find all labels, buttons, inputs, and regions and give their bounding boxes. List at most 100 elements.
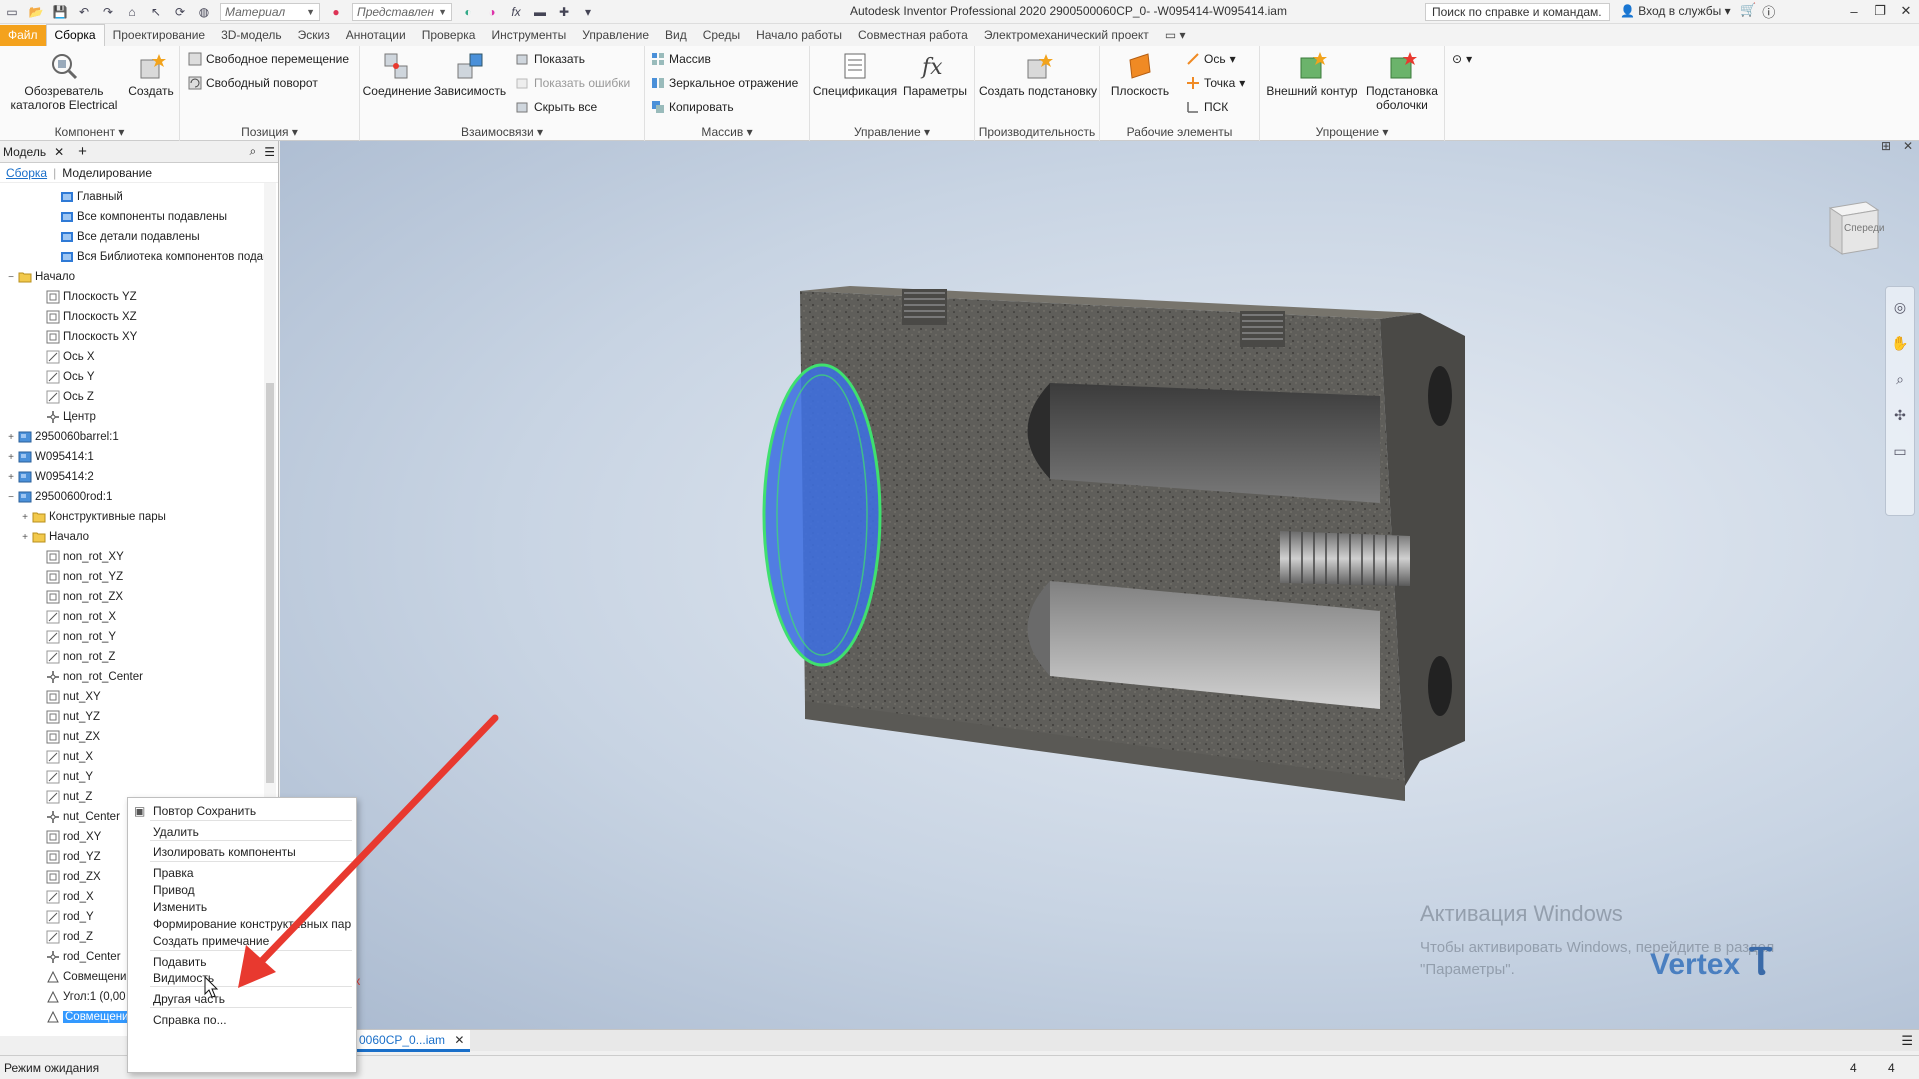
scrollbar-thumb[interactable] <box>266 383 274 783</box>
fx-icon[interactable]: fx <box>506 3 526 21</box>
tree-node[interactable]: Ось Y <box>0 367 95 387</box>
redo-icon[interactable]: ↷ <box>98 3 118 21</box>
tab-modeling[interactable]: Моделирование <box>62 166 152 180</box>
document-tab[interactable]: 0060CP_0...iam ✕ <box>353 1030 471 1052</box>
tree-node[interactable]: Главный <box>0 187 123 207</box>
tab-assemble[interactable]: Сборка <box>45 24 105 46</box>
context-menu-item[interactable]: Другая часть <box>128 989 356 1009</box>
context-menu-item[interactable]: ▣ Повтор Сохранить <box>128 801 356 821</box>
maximize-viewport-icon[interactable]: ⊞ <box>1881 141 1891 153</box>
tree-node[interactable]: + W095414:1 <box>0 447 94 467</box>
collapse-icon[interactable]: − <box>6 492 16 503</box>
tree-node[interactable]: +2950060barrel:1 <box>0 427 119 447</box>
appearance-combo[interactable]: Представлен ▼ <box>352 2 452 21</box>
tree-node[interactable]: rod_XY <box>0 827 101 847</box>
tree-node[interactable]: Все компоненты подавлены <box>0 207 227 227</box>
copy-button[interactable]: Копировать <box>651 100 734 114</box>
close-browser-icon[interactable]: ✕ <box>54 145 64 159</box>
minimize-icon[interactable]: – <box>1841 0 1867 22</box>
context-menu-item[interactable]: Удалить <box>128 822 356 842</box>
close-document-icon[interactable]: ✕ <box>454 1033 464 1047</box>
adjust-appearance-icon[interactable]: ◑ <box>482 3 502 21</box>
barrel-model[interactable] <box>762 286 1465 801</box>
expand-icon[interactable]: + <box>20 512 30 523</box>
tree-node[interactable]: + Начало <box>0 527 89 547</box>
home-icon[interactable]: ⌂ <box>122 3 142 21</box>
tree-node[interactable]: nut_Y <box>0 767 93 787</box>
undo-icon[interactable]: ↶ <box>74 3 94 21</box>
tree-node[interactable]: Все детали подавлены <box>0 227 200 247</box>
tab-annotate[interactable]: Аннотации <box>338 25 414 46</box>
shrinkwrap-substitute-button[interactable]: Подстановка оболочки <box>1362 50 1442 112</box>
tab-manage[interactable]: Управление <box>574 25 657 46</box>
close-icon[interactable]: ✕ <box>1893 0 1919 22</box>
tree-node[interactable]: + Конструктивные пары <box>0 507 166 527</box>
pattern-button[interactable]: Массив <box>651 52 711 66</box>
axis-button[interactable]: Ось ▾ <box>1186 52 1236 66</box>
viewcube[interactable]: Спереди <box>1822 196 1885 258</box>
ribbon-options-icon[interactable]: ▭ ▾ <box>1157 25 1194 46</box>
open-file-icon[interactable]: 📂 <box>26 3 46 21</box>
create-substitute-button[interactable]: Создать подстановку <box>979 50 1097 98</box>
new-file-icon[interactable]: ▭ <box>2 3 22 21</box>
tab-sketch[interactable]: Эскиз <box>290 25 338 46</box>
tab-view[interactable]: Вид <box>657 25 695 46</box>
tree-node[interactable]: − 29500600rod:1 <box>0 487 112 507</box>
tab-file[interactable]: Файл <box>0 25 46 46</box>
tree-node[interactable]: non_rot_Y <box>0 627 116 647</box>
expand-icon[interactable]: + <box>6 452 16 463</box>
tree-node[interactable]: Совмещение:1 <box>0 967 142 987</box>
tree-node[interactable]: nut_ZX <box>0 727 100 747</box>
catalog-browser-button[interactable]: Обозреватель каталогов Electrical <box>8 50 120 112</box>
expand-icon[interactable]: + <box>6 432 16 443</box>
tree-node[interactable]: nut_Z <box>0 787 92 807</box>
tab-environments[interactable]: Среды <box>695 25 748 46</box>
tree-node[interactable]: − Начало <box>0 267 75 287</box>
tree-node[interactable]: rod_ZX <box>0 867 101 887</box>
plus-icon[interactable]: ✚ <box>554 3 574 21</box>
tab-design[interactable]: Проектирование <box>105 25 214 46</box>
tree-node[interactable]: nut_X <box>0 747 93 767</box>
select-icon[interactable]: ↖ <box>146 3 166 21</box>
ribbon-extra-dropdown[interactable]: ⊙ ▾ <box>1452 52 1472 66</box>
tree-node[interactable]: Ось X <box>0 347 95 367</box>
menu-icon[interactable]: ☰ <box>264 145 275 159</box>
tree-node[interactable]: rod_Y <box>0 907 94 927</box>
tree-node[interactable]: rod_X <box>0 887 94 907</box>
tree-node[interactable]: + W095414:2 <box>0 467 94 487</box>
tree-node[interactable]: Ось Z <box>0 387 94 407</box>
tree-node[interactable]: Плоскость XY <box>0 327 137 347</box>
shrinkwrap-button[interactable]: Внешний контур <box>1264 50 1360 98</box>
orbit-icon[interactable]: ✣ <box>1888 407 1912 431</box>
parameters-button[interactable]: fx Параметры <box>898 50 972 98</box>
tree-node[interactable]: nut_Center <box>0 807 120 827</box>
tree-node[interactable]: non_rot_X <box>0 607 116 627</box>
expand-icon[interactable]: + <box>20 532 30 543</box>
ucs-button[interactable]: ПСК <box>1186 100 1228 114</box>
collapse-icon[interactable]: − <box>6 272 16 283</box>
tab-3d-model[interactable]: 3D-модель <box>213 25 290 46</box>
free-move-button[interactable]: Свободное перемещение <box>188 52 349 66</box>
material-icon[interactable]: ◍ <box>194 3 214 21</box>
tree-node[interactable]: non_rot_Z <box>0 647 115 667</box>
tab-collaborate[interactable]: Совместная работа <box>850 25 976 46</box>
expand-icon[interactable]: + <box>6 472 16 483</box>
clear-appearance-icon[interactable]: ◐ <box>458 3 478 21</box>
tree-node[interactable]: rod_Center <box>0 947 121 967</box>
tree-node[interactable]: non_rot_Center <box>0 667 143 687</box>
help-icon[interactable]: ⓘ <box>1762 2 1775 21</box>
pan-icon[interactable]: ✋ <box>1888 335 1912 359</box>
tab-get-started[interactable]: Начало работы <box>748 25 850 46</box>
graphics-viewport[interactable]: •x Спереди ⊞ ✕ ◎ ✋ ⌕ ✣ ▭ Активация Windo… <box>280 141 1919 1036</box>
look-at-icon[interactable]: ▭ <box>1888 443 1912 467</box>
update-icon[interactable]: ⟳ <box>170 3 190 21</box>
free-rotate-button[interactable]: Свободный поворот <box>188 76 318 90</box>
search-icon[interactable]: ⌕ <box>250 144 257 159</box>
tree-node[interactable]: nut_YZ <box>0 707 100 727</box>
show-button[interactable]: Показать <box>516 52 585 66</box>
cart-icon[interactable]: 🛒 <box>1740 2 1756 21</box>
tab-inspect[interactable]: Проверка <box>414 25 484 46</box>
signin-link[interactable]: 👤 Вход в службы ▾ <box>1620 4 1731 18</box>
help-search-input[interactable]: Поиск по справке и командам. <box>1425 3 1610 21</box>
tree-node[interactable]: Вся Библиотека компонентов подавл <box>0 247 276 267</box>
